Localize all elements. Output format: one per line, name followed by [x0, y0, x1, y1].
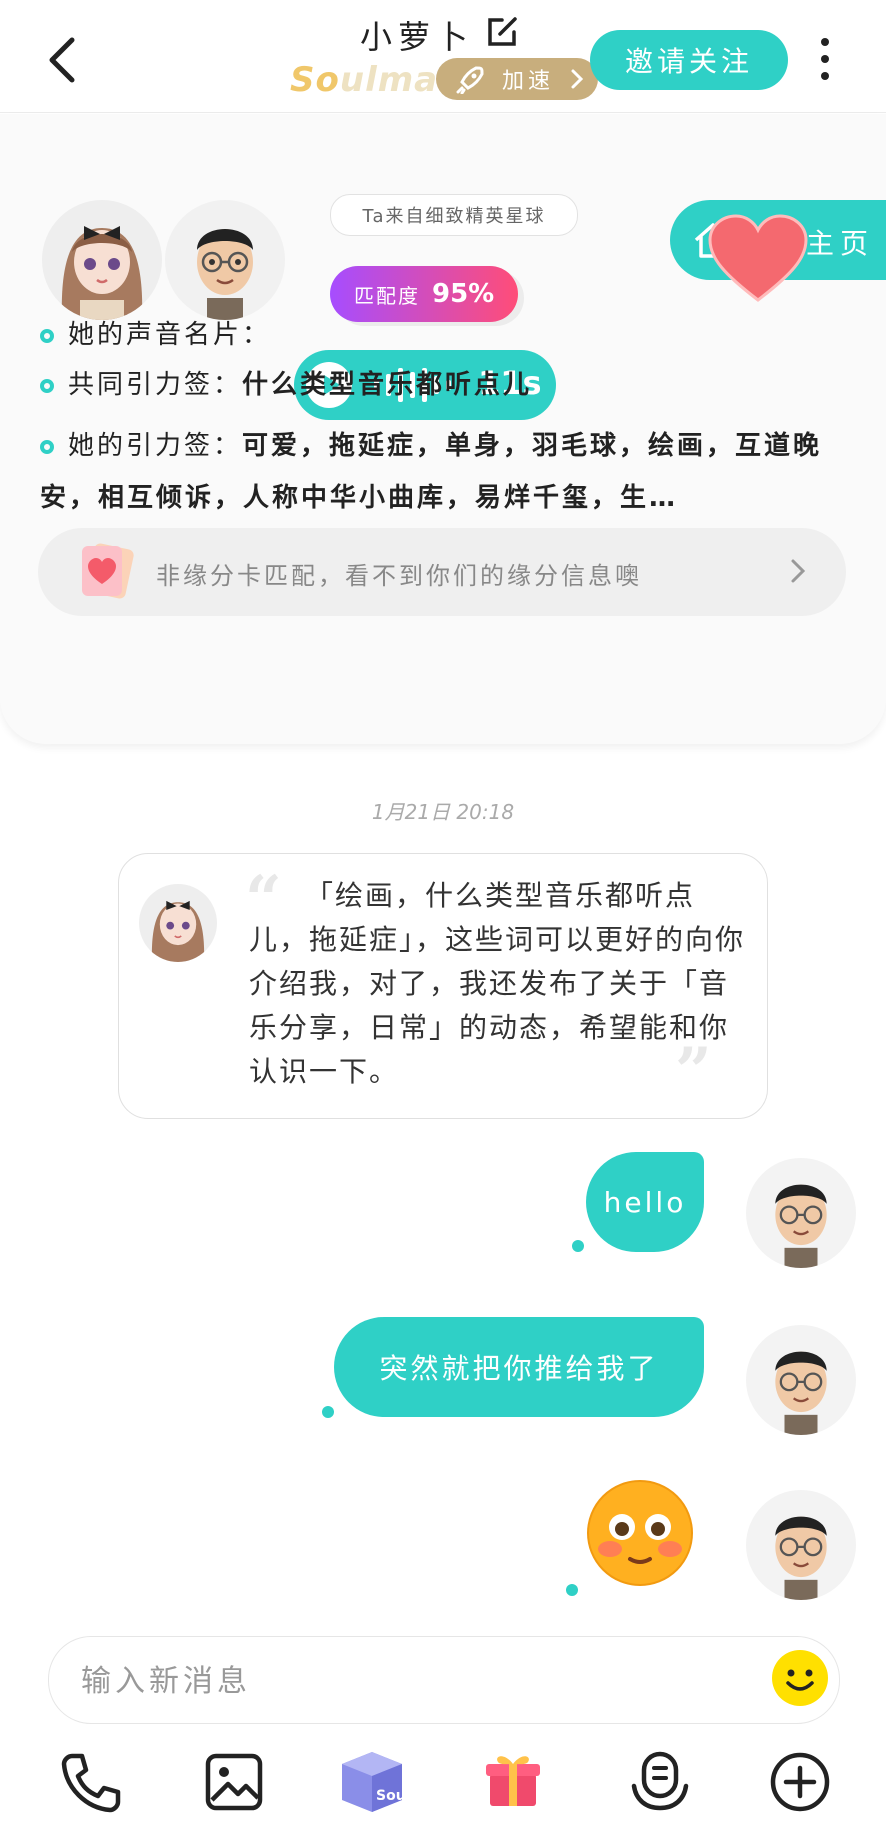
bullet-dot	[40, 439, 54, 454]
voice-card-label: 她的声音名片：	[68, 320, 272, 350]
voice-card-row: 她的声音名片：	[40, 314, 271, 351]
more-options-icon[interactable]	[815, 38, 835, 84]
flushed-face-emoji-message[interactable]	[584, 1477, 696, 1589]
her-avatar[interactable]	[42, 200, 162, 320]
chevron-right-icon	[571, 69, 584, 89]
speed-up-label: 加速	[502, 69, 555, 94]
match-label: 匹配度	[354, 283, 420, 308]
emoji-picker-icon[interactable]	[771, 1649, 829, 1707]
close-quote-icon: ”	[675, 1034, 712, 1109]
fate-card-notice-text: 非缘分卡匹配，看不到你们的缘分信息噢	[156, 562, 642, 590]
bubble-tail-dot	[566, 1584, 578, 1596]
her-tags-label: 她的引力签：	[68, 431, 243, 461]
my-avatar-chat[interactable]	[746, 1490, 856, 1600]
rocket-icon	[456, 66, 484, 94]
bubble-tail-dot	[322, 1406, 334, 1418]
bullet-dot	[40, 378, 54, 393]
my-avatar[interactable]	[165, 200, 285, 320]
speed-up-button[interactable]: 加速	[436, 58, 598, 100]
heart-icon	[708, 214, 808, 302]
chevron-right-icon	[791, 559, 806, 583]
common-tags-value: 什么类型音乐都听点儿	[242, 370, 533, 400]
origin-planet-tag: Ta来自细致精英星球	[330, 194, 578, 236]
match-score-badge: 匹配度 95%	[330, 266, 518, 322]
her-avatar-small[interactable]	[139, 884, 217, 962]
her-tags-row: 她的引力签：可爱，拖延症，单身，羽毛球，绘画，互道晚安，相互倾诉，人称中华小曲库…	[40, 420, 850, 524]
bubble-tail-dot	[572, 1240, 584, 1252]
message-bubble[interactable]: hello	[586, 1152, 704, 1252]
plus-icon[interactable]	[768, 1750, 832, 1814]
message-composer	[48, 1636, 840, 1724]
phone-icon[interactable]	[58, 1750, 122, 1814]
fate-card-icon	[82, 543, 134, 599]
chat-header: 小萝卜 Soulmate 加速 邀请关注	[0, 0, 886, 113]
soul-box-label: Soul	[376, 1788, 406, 1804]
contact-name: 小萝卜	[360, 18, 475, 56]
invite-follow-button[interactable]: 邀请关注	[590, 30, 788, 90]
homepage-label: 主页	[806, 227, 875, 260]
image-icon[interactable]	[202, 1750, 266, 1814]
voice-match-icon[interactable]	[628, 1750, 692, 1814]
soul-box-icon[interactable]: Soul	[338, 1748, 406, 1816]
bullet-dot	[40, 328, 54, 343]
my-avatar-chat[interactable]	[746, 1158, 856, 1268]
gift-icon[interactable]	[484, 1750, 542, 1810]
message-input[interactable]	[79, 1655, 723, 1707]
message-bubble[interactable]: 突然就把你推给我了	[334, 1317, 704, 1417]
match-card: Ta来自细致精英星球 匹配度 95% 主页 她的声音名片： 11s 共同引力签：…	[0, 114, 886, 744]
intro-message-text: 「绘画，什么类型音乐都听点儿，拖延症」，这些词可以更好的向你介绍我，对了，我还发…	[249, 879, 746, 1088]
edit-icon[interactable]	[484, 14, 520, 50]
match-value: 95%	[432, 279, 495, 309]
message-timestamp: 1月21日 20:18	[371, 800, 515, 824]
back-arrow-icon[interactable]	[40, 30, 90, 90]
common-tags-row: 共同引力签：什么类型音乐都听点儿	[40, 364, 860, 401]
intro-message-card: “ 「绘画，什么类型音乐都听点儿，拖延症」，这些词可以更好的向你介绍我，对了，我…	[118, 853, 768, 1119]
my-avatar-chat[interactable]	[746, 1325, 856, 1435]
common-tags-label: 共同引力签：	[68, 370, 243, 400]
fate-card-notice[interactable]: 非缘分卡匹配，看不到你们的缘分信息噢	[38, 528, 846, 616]
